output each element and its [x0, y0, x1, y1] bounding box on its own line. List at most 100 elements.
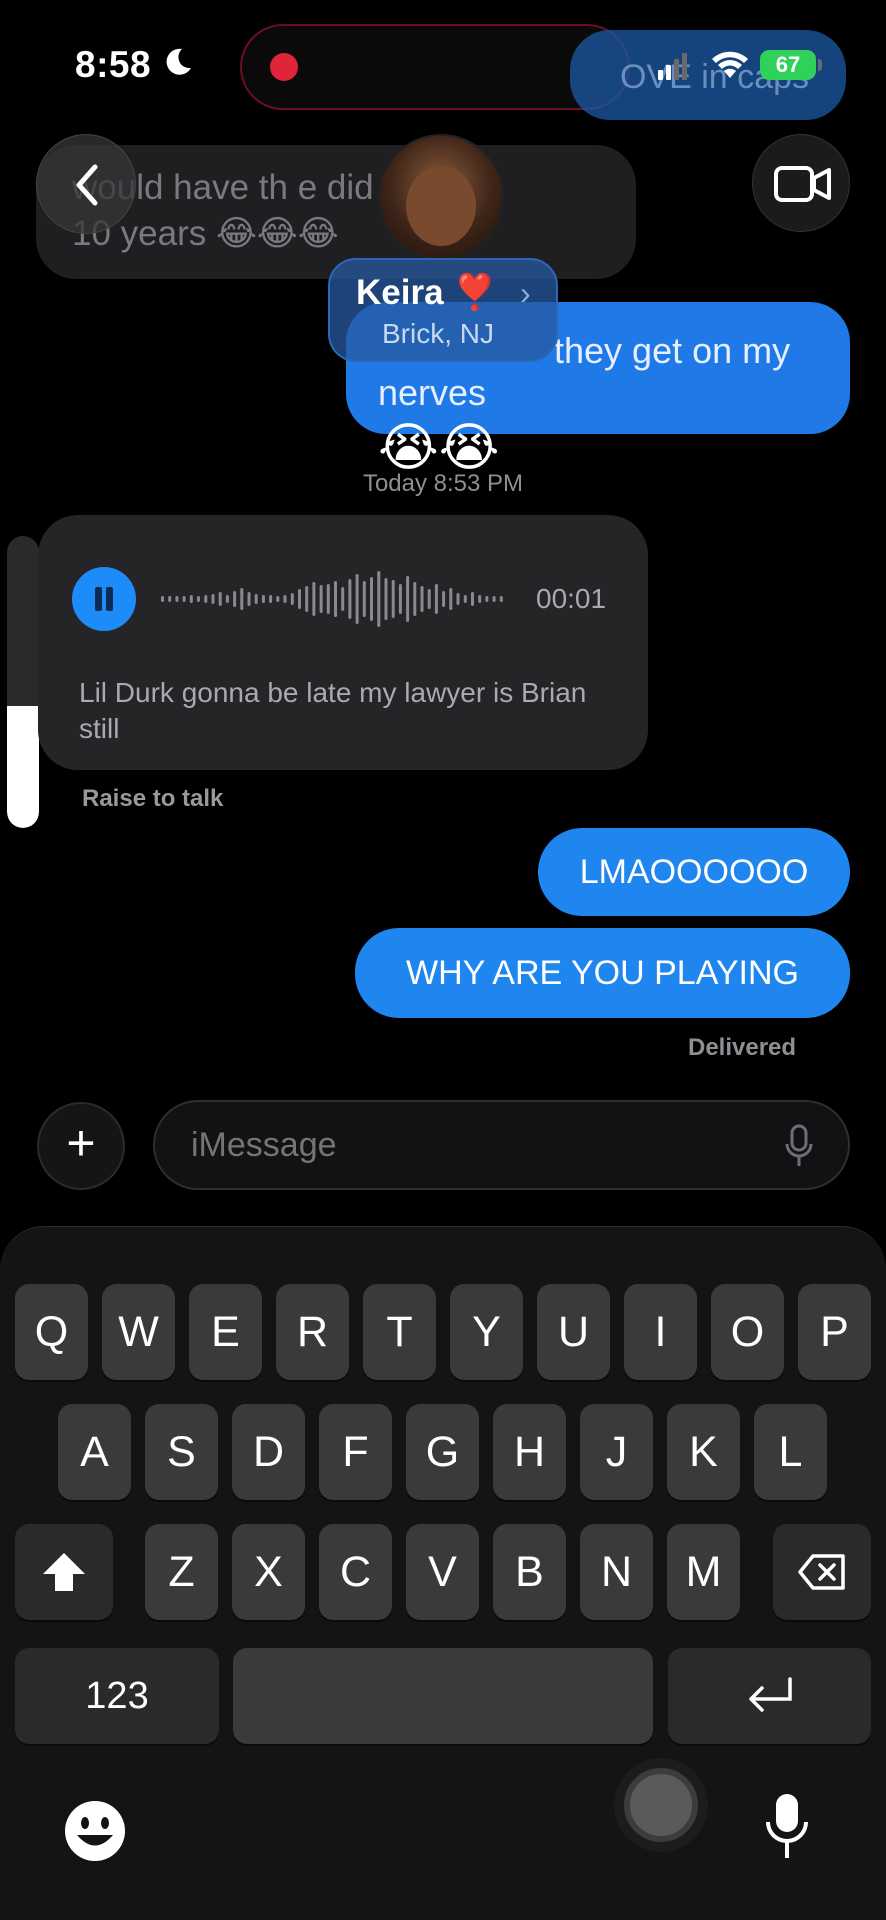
key-o[interactable]: O — [711, 1284, 784, 1380]
key-s[interactable]: S — [145, 1404, 218, 1500]
volume-slider[interactable] — [7, 536, 39, 828]
message-text: they get on my — [554, 330, 791, 371]
waveform-bar — [254, 594, 258, 604]
key-t[interactable]: T — [363, 1284, 436, 1380]
imessage-input[interactable] — [153, 1100, 850, 1190]
waveform-bar — [377, 571, 381, 627]
delete-key[interactable] — [773, 1524, 871, 1620]
waveform-bar — [312, 582, 316, 616]
video-camera-icon — [774, 166, 831, 202]
battery-indicator: 67 — [760, 50, 816, 80]
waveform-bar — [326, 584, 330, 614]
status-time: 8:58 — [75, 44, 152, 85]
key-m[interactable]: M — [667, 1524, 740, 1620]
waveform-bar — [334, 581, 337, 617]
key-r[interactable]: R — [276, 1284, 349, 1380]
key-w[interactable]: W — [102, 1284, 175, 1380]
facetime-video-button[interactable] — [752, 134, 850, 232]
key-d[interactable]: D — [232, 1404, 305, 1500]
contact-location: Brick, NJ — [382, 318, 494, 349]
assistive-touch-button[interactable] — [624, 1768, 698, 1842]
message-emoji: 😭😭 — [378, 419, 500, 477]
back-button[interactable] — [36, 134, 136, 234]
return-key[interactable] — [668, 1648, 871, 1744]
waveform-bar — [420, 586, 424, 612]
delivery-status: Delivered — [688, 1034, 797, 1061]
key-x[interactable]: X — [232, 1524, 305, 1620]
dictation-mic-icon[interactable] — [785, 1124, 813, 1168]
key-j[interactable]: J — [580, 1404, 653, 1500]
waveform-bar — [240, 588, 244, 610]
waveform-bar — [225, 595, 229, 603]
key-b[interactable]: B — [493, 1524, 566, 1620]
waveform-bar — [413, 582, 417, 616]
waveform-bar — [233, 591, 237, 607]
waveform-bar — [499, 596, 503, 602]
key-y[interactable]: Y — [450, 1284, 523, 1380]
key-k[interactable]: K — [667, 1404, 740, 1500]
waveform-bar — [434, 584, 438, 614]
space-key[interactable] — [233, 1648, 653, 1744]
waveform-bar — [161, 596, 164, 602]
waveform-bar — [348, 579, 352, 619]
waveform-bar — [427, 589, 431, 609]
plus-icon: + — [66, 1115, 96, 1171]
chevron-right-icon: › — [520, 275, 531, 311]
audio-waveform — [161, 571, 503, 627]
waveform-bar — [391, 580, 395, 618]
waveform-bar — [406, 576, 410, 622]
contact-avatar[interactable] — [378, 134, 504, 260]
waveform-bar — [478, 595, 482, 603]
key-c[interactable]: C — [319, 1524, 392, 1620]
key-g[interactable]: G — [406, 1404, 479, 1500]
audio-duration: 00:01 — [536, 583, 607, 614]
wifi-icon — [712, 51, 748, 78]
contact-name: Keira ❣️ — [356, 273, 497, 312]
shift-key[interactable] — [15, 1524, 113, 1620]
volume-level — [7, 706, 39, 828]
key-f[interactable]: F — [319, 1404, 392, 1500]
waveform-bar — [211, 594, 215, 604]
battery-cap — [818, 59, 822, 71]
key-a[interactable]: A — [58, 1404, 131, 1500]
message-timestamp: Today 8:53 PM — [362, 470, 524, 497]
raise-to-talk-hint: Raise to talk — [82, 785, 224, 812]
numbers-key[interactable]: 123 — [15, 1648, 219, 1744]
key-h[interactable]: H — [493, 1404, 566, 1500]
message-bubble-sent[interactable]: WHY ARE YOU PLAYING — [355, 928, 850, 1018]
key-n[interactable]: N — [580, 1524, 653, 1620]
key-z[interactable]: Z — [145, 1524, 218, 1620]
waveform-bar — [189, 595, 193, 603]
key-p[interactable]: P — [798, 1284, 871, 1380]
key-e[interactable]: E — [189, 1284, 262, 1380]
message-text-faded: would have th e did 10 years 😂😂😂 — [72, 168, 374, 253]
emoji-icon[interactable] — [62, 1798, 128, 1864]
return-icon — [748, 1677, 792, 1712]
waveform-bar — [471, 592, 474, 606]
message-text: nerves — [378, 372, 487, 413]
waveform-bar — [182, 596, 186, 602]
shift-icon — [43, 1553, 85, 1591]
waveform-bar — [261, 595, 265, 603]
waveform-bar — [290, 593, 294, 605]
key-u[interactable]: U — [537, 1284, 610, 1380]
key-i[interactable]: I — [624, 1284, 697, 1380]
key-q[interactable]: Q — [15, 1284, 88, 1380]
avatar-face — [406, 166, 476, 246]
waveform-bar — [492, 596, 496, 602]
waveform-bar — [247, 592, 251, 606]
waveform-bar — [197, 596, 200, 602]
moon-icon — [166, 48, 191, 75]
key-l[interactable]: L — [754, 1404, 827, 1500]
waveform-bar — [175, 596, 179, 602]
waveform-bar — [218, 592, 222, 606]
pause-audio-button[interactable] — [72, 567, 136, 631]
dictation-mic-icon[interactable] — [765, 1792, 809, 1860]
key-v[interactable]: V — [406, 1524, 479, 1620]
waveform-bar — [449, 588, 453, 610]
waveform-bar — [168, 596, 172, 602]
add-attachment-button[interactable]: + — [37, 1102, 125, 1190]
waveform-bar — [442, 591, 446, 607]
message-bubble-sent[interactable]: LMAOOOOOO — [538, 828, 850, 916]
waveform-bar — [362, 581, 366, 617]
